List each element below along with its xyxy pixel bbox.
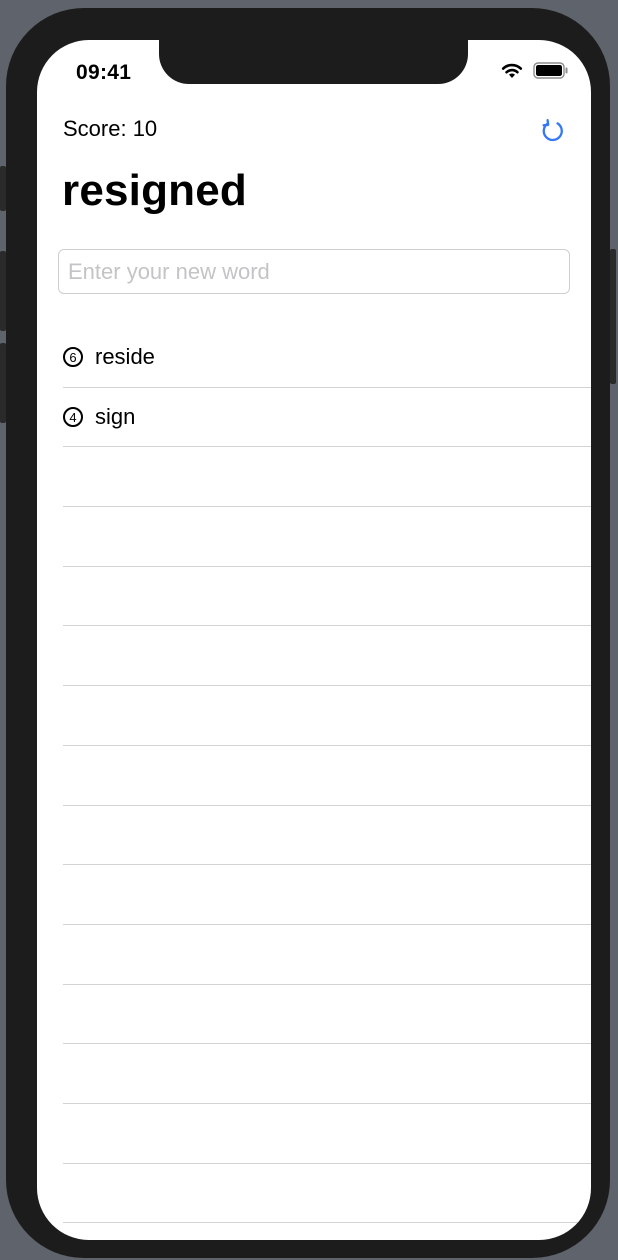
empty-row (63, 865, 591, 925)
word-length-badge: 4 (63, 407, 83, 428)
root-word-title: resigned (62, 166, 247, 215)
side-button (610, 249, 616, 384)
list-item-word: reside (95, 344, 155, 370)
device-frame: 09:41 Score: 10 resigned 6 (0, 8, 616, 1258)
empty-row (63, 447, 591, 508)
empty-row (63, 626, 591, 687)
empty-row (63, 1164, 591, 1224)
mute-switch (0, 166, 6, 211)
empty-row (63, 806, 591, 866)
list-item-word: sign (95, 404, 136, 430)
empty-row (63, 507, 591, 567)
score-label: Score: 10 (63, 116, 158, 141)
empty-row (63, 1044, 591, 1104)
refresh-icon (542, 119, 563, 142)
app-screen: 09:41 Score: 10 resigned 6 (37, 40, 591, 1240)
empty-row (63, 985, 591, 1045)
status-icons (501, 62, 569, 79)
wifi-icon (501, 63, 523, 78)
refresh-button[interactable] (539, 116, 567, 144)
word-length-badge: 6 (63, 347, 83, 368)
new-word-input[interactable] (58, 249, 570, 294)
notch (159, 40, 468, 84)
volume-up-button (0, 251, 6, 331)
list-item[interactable]: 6 reside (63, 328, 591, 388)
status-time: 09:41 (76, 61, 132, 84)
empty-row (63, 1104, 591, 1164)
empty-row (63, 567, 591, 627)
used-words-list: 6 reside 4 sign (37, 328, 591, 1224)
empty-row (63, 686, 591, 746)
battery-icon (533, 62, 568, 79)
volume-down-button (0, 343, 6, 423)
empty-row (63, 925, 591, 985)
list-item[interactable]: 4 sign (63, 388, 591, 448)
empty-row (63, 746, 591, 806)
